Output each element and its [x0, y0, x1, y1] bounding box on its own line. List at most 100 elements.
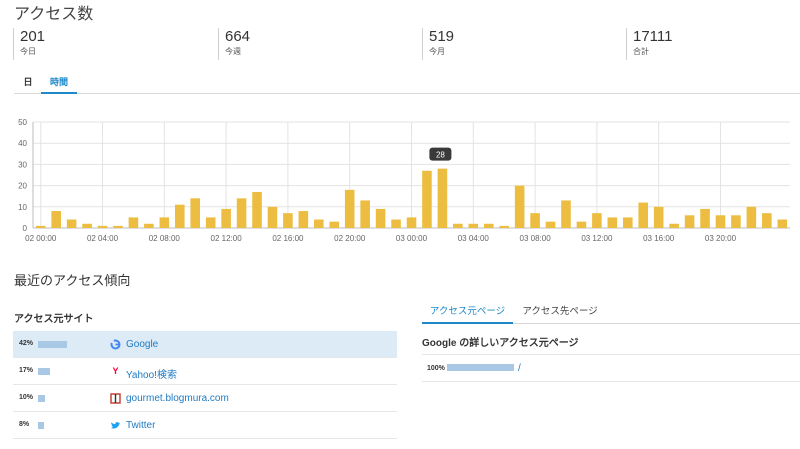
referrer-link[interactable]: gourmet.blogmura.com	[126, 393, 229, 404]
tab-destination-pages[interactable]: アクセス先ページ	[516, 302, 604, 324]
bar[interactable]	[66, 219, 77, 228]
referrer-row-google[interactable]: 42% Google	[13, 331, 397, 358]
bar[interactable]	[391, 219, 401, 228]
stat-value: 664	[225, 28, 251, 45]
bar[interactable]	[144, 223, 154, 228]
referrer-bar	[38, 341, 67, 348]
bar[interactable]	[607, 217, 618, 228]
referrer-row-twitter[interactable]: 8% Twitter	[13, 412, 397, 439]
tab-source-pages[interactable]: アクセス元ページ	[422, 302, 513, 324]
bar[interactable]	[221, 208, 231, 228]
hourly-access-chart: 0 10 20 30 40 50 02 00:00 02 04:00 02 08:00 02 12…	[18, 118, 790, 243]
bar[interactable]	[406, 217, 417, 228]
bar[interactable]	[329, 221, 340, 228]
bar[interactable]	[762, 213, 772, 228]
google-page-row[interactable]: 100% /	[422, 356, 800, 382]
bar[interactable]	[700, 208, 710, 228]
referrer-bar	[38, 422, 44, 429]
x-tick-label: 02 20:00	[334, 234, 366, 243]
bar[interactable]	[453, 223, 463, 228]
referrer-percent: 8%	[19, 421, 30, 428]
x-tick-label: 03 08:00	[520, 234, 552, 243]
bar[interactable]	[159, 217, 170, 228]
bar[interactable]	[35, 225, 46, 228]
bar[interactable]	[437, 168, 448, 228]
referrer-sites-list: 42% Google 17% Y Yahoo!検索 10% gourmet.bl…	[13, 331, 397, 439]
referrer-percent: 17%	[19, 367, 34, 374]
stat-month: 519 今月	[422, 28, 622, 60]
bar[interactable]	[252, 191, 262, 228]
bar[interactable]	[344, 189, 355, 228]
referrer-bar	[38, 395, 45, 402]
x-tick-label: 02 12:00	[211, 234, 243, 243]
tab-day[interactable]: 日	[20, 70, 36, 94]
referrer-percent: 10%	[19, 394, 34, 401]
bar[interactable]	[236, 198, 247, 228]
bar[interactable]	[530, 213, 540, 228]
bar[interactable]	[375, 208, 386, 228]
bar[interactable]	[746, 206, 757, 228]
recent-trend-title: 最近のアクセス傾向	[14, 273, 131, 288]
bar[interactable]	[592, 213, 602, 228]
stat-total: 17111 合計	[626, 28, 796, 60]
page-percent: 100%	[427, 365, 445, 372]
bar[interactable]	[422, 170, 432, 228]
referrer-link[interactable]: Google	[126, 339, 158, 350]
bar[interactable]	[174, 204, 185, 228]
referrer-row-blogmura[interactable]: 10% gourmet.blogmura.com	[13, 385, 397, 412]
divider	[422, 354, 800, 355]
y-tick-label: 30	[18, 160, 27, 169]
stat-today: 201 今日	[13, 28, 213, 60]
referrer-link[interactable]: Yahoo!検索	[126, 366, 177, 381]
bar[interactable]	[561, 200, 571, 228]
y-tick-label: 20	[18, 182, 27, 191]
bar[interactable]	[638, 202, 649, 228]
period-tabs: 日 時間	[14, 70, 800, 94]
bar[interactable]	[731, 215, 741, 228]
y-tick-label: 50	[18, 118, 27, 127]
bar[interactable]	[97, 225, 108, 228]
bar[interactable]	[314, 219, 324, 228]
bar[interactable]	[267, 206, 278, 228]
bar[interactable]	[684, 215, 695, 228]
stats-summary: 201 今日 664 今週 519 今月 17111 合計	[13, 28, 800, 60]
bar[interactable]	[514, 185, 525, 228]
bar[interactable]	[190, 198, 201, 228]
tab-hour[interactable]: 時間	[41, 70, 77, 94]
bar[interactable]	[669, 223, 679, 228]
bar[interactable]	[499, 225, 509, 228]
bar[interactable]	[468, 223, 479, 228]
bar[interactable]	[576, 221, 587, 228]
bar[interactable]	[622, 217, 633, 228]
y-tick-label: 0	[23, 224, 28, 233]
bar[interactable]	[545, 221, 556, 228]
bar[interactable]	[298, 211, 309, 228]
x-tick-label: 03 00:00	[396, 234, 428, 243]
bar[interactable]	[283, 213, 293, 228]
stat-week: 664 今週	[218, 28, 418, 60]
bar[interactable]	[653, 206, 664, 228]
bar[interactable]	[483, 223, 494, 228]
referrer-link[interactable]: Twitter	[126, 420, 155, 431]
google-pages-heading: Google の詳しいアクセス元ページ	[422, 338, 579, 349]
bar[interactable]	[205, 217, 216, 228]
bar[interactable]	[51, 211, 61, 228]
referrer-bar	[38, 368, 50, 375]
x-tick-label: 02 08:00	[149, 234, 181, 243]
referrer-row-yahoo[interactable]: 17% Y Yahoo!検索	[13, 358, 397, 385]
page-link[interactable]: /	[518, 363, 521, 374]
stat-label: 今月	[429, 47, 445, 56]
bar[interactable]	[715, 215, 726, 228]
yahoo-icon: Y	[112, 366, 119, 376]
blogmura-icon	[110, 393, 121, 404]
page-title: アクセス数	[14, 6, 94, 23]
stat-label: 今日	[20, 47, 36, 56]
bar-tooltip-label: 28	[436, 151, 445, 160]
bar[interactable]	[113, 225, 123, 228]
x-tick-label: 02 04:00	[87, 234, 119, 243]
bar[interactable]	[777, 219, 788, 228]
bar[interactable]	[360, 200, 370, 228]
bar[interactable]	[128, 217, 139, 228]
bar[interactable]	[82, 223, 92, 228]
twitter-icon	[110, 420, 121, 431]
